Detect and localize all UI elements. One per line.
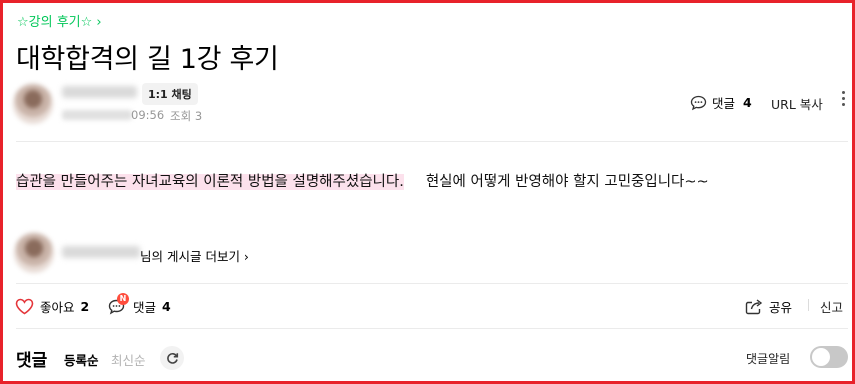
author-name-blurred[interactable]: [62, 86, 137, 98]
action-separator: [808, 299, 809, 311]
share-label: 공유: [769, 300, 793, 315]
comment-count-link[interactable]: 댓글 4: [690, 93, 752, 112]
comment-count: 4: [162, 299, 171, 314]
heart-icon: [15, 298, 34, 315]
share-button[interactable]: 공유: [745, 297, 792, 316]
post-title: 대학합격의 길 1강 후기: [16, 44, 279, 75]
header-divider: [16, 141, 848, 142]
actions-divider: [16, 283, 848, 284]
more-posts-link[interactable]: 님의 게시글 더보기 ›: [140, 246, 249, 265]
post-body: 습관을 만들어주는 자녀교육의 이론적 방법을 설명해주셨습니다. 현실에 어떻게…: [16, 170, 709, 191]
share-icon: [745, 299, 763, 315]
more-vertical-icon[interactable]: [841, 91, 847, 109]
comments-heading: 댓글: [16, 351, 48, 371]
refresh-icon: [166, 352, 178, 364]
chevron-right-icon: ›: [96, 15, 102, 30]
comment-alarm-label: 댓글알림: [746, 352, 791, 366]
board-link-label: ☆강의 후기☆: [17, 15, 93, 30]
new-badge: N: [117, 292, 129, 305]
body-text: 현실에 어떻게 반영해야 할지 고민중입니다~~: [425, 174, 709, 190]
comment-count-value: 4: [743, 95, 752, 110]
sort-registered-tab[interactable]: 등록순: [64, 350, 99, 369]
sort-newest-tab[interactable]: 최신순: [111, 350, 146, 369]
post-time: 09:56: [131, 108, 165, 122]
comment-label: 댓글: [133, 300, 157, 315]
comment-icon-wrap: N: [107, 292, 129, 316]
author-avatar-small[interactable]: [14, 233, 54, 273]
comments-divider: [16, 328, 848, 329]
comment-alarm-toggle[interactable]: [810, 346, 848, 368]
refresh-button[interactable]: [160, 346, 184, 370]
url-copy-button[interactable]: URL 복사: [771, 94, 823, 113]
comment-count-label: 댓글: [712, 96, 736, 111]
chat-button[interactable]: 1:1 채팅: [142, 83, 198, 105]
author-name-blurred-small[interactable]: [62, 246, 140, 258]
like-button[interactable]: 좋아요 2: [15, 297, 89, 316]
toggle-knob: [812, 348, 830, 366]
board-link[interactable]: ☆강의 후기☆ ›: [17, 11, 102, 30]
report-button[interactable]: 신고: [820, 297, 843, 316]
view-count: 조회 3: [170, 109, 203, 123]
body-highlighted-text: 습관을 만들어주는 자녀교육의 이론적 방법을 설명해주셨습니다.: [16, 174, 404, 190]
post-date-blurred: [62, 110, 132, 120]
comment-button[interactable]: N 댓글 4: [107, 292, 171, 316]
chat-bubble-icon: [690, 95, 707, 110]
like-label: 좋아요: [40, 300, 75, 315]
like-count: 2: [80, 299, 90, 314]
author-avatar[interactable]: [13, 84, 53, 124]
